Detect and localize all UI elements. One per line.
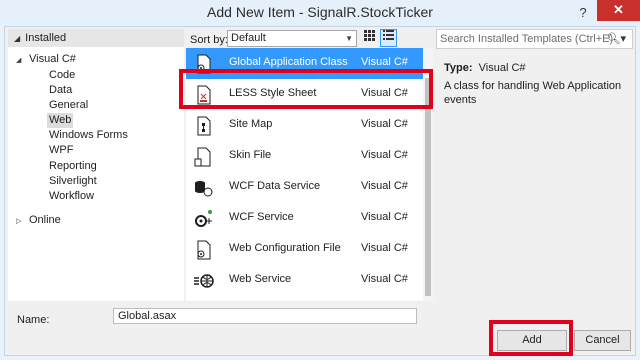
template-name: Skin File [229, 149, 272, 161]
collapse-arrow-icon: ◢ [14, 34, 21, 43]
sort-by-value: Default [231, 32, 266, 44]
grid-view-icon [364, 30, 375, 41]
type-value: Visual C# [478, 62, 526, 74]
template-language: Visual C# [361, 56, 408, 68]
template-language: Visual C# [361, 118, 408, 130]
tree-node-label: Visual C# [29, 53, 76, 65]
template-language: Visual C# [361, 149, 408, 161]
dialog-body: ◢ Installed ◢ Visual C# Code Data General … [4, 26, 636, 356]
tree-item-general[interactable]: General [47, 98, 90, 113]
tree-node-visual-csharp[interactable]: ◢ Visual C# [16, 52, 76, 67]
tree-item-data[interactable]: Data [47, 83, 74, 98]
tree-item-code[interactable]: Code [47, 68, 77, 83]
tree-item-workflow[interactable]: Workflow [47, 189, 96, 204]
template-name: Global Application Class [229, 56, 348, 68]
tree-item-wpf[interactable]: WPF [47, 143, 75, 158]
tree-header-label: Installed [25, 32, 67, 44]
template-tree: ◢ Installed ◢ Visual C# Code Data General … [8, 29, 184, 301]
tree-item-web[interactable]: Web [47, 113, 74, 128]
collapsed-arrow-icon: ▷ [16, 218, 22, 225]
name-input[interactable]: Global.asax [113, 308, 417, 324]
medium-icons-view-button[interactable] [361, 29, 378, 47]
highlight-selected-template [179, 69, 433, 109]
template-language: Visual C# [361, 180, 408, 192]
web-config-icon [197, 240, 211, 260]
cancel-button[interactable]: Cancel [574, 330, 631, 351]
list-view-icon [383, 30, 394, 40]
tree-item-reporting[interactable]: Reporting [47, 159, 99, 174]
help-button[interactable]: ? [576, 5, 590, 20]
window-title: Add New Item - SignalR.StockTicker [207, 4, 433, 20]
title-bar: Add New Item - SignalR.StockTicker ? ✕ [0, 0, 640, 26]
scrollbar-thumb[interactable] [425, 78, 431, 296]
template-name: Web Configuration File [229, 242, 341, 254]
template-item-wcf-data-service[interactable]: WCF Data Service Visual C# [186, 172, 423, 203]
tree-item-windows-forms[interactable]: Windows Forms [47, 128, 130, 143]
sort-by-dropdown[interactable]: Default ▼ [227, 30, 357, 47]
chevron-down-icon: ▼ [345, 34, 353, 43]
skin-file-icon [194, 147, 211, 167]
template-name: Site Map [229, 118, 273, 130]
template-name: WCF Data Service [229, 180, 321, 192]
sort-by-label: Sort by: [190, 34, 228, 46]
template-item-wcf-service[interactable]: WCF Service Visual C# [186, 203, 423, 234]
sitemap-icon [197, 116, 211, 136]
list-view-button[interactable] [380, 29, 397, 47]
tree-header-installed[interactable]: ◢ Installed [8, 29, 184, 47]
wcf-data-service-icon [195, 181, 213, 197]
details-description: A class for handling Web Application eve… [444, 80, 622, 106]
template-language: Visual C# [361, 211, 408, 223]
expanded-arrow-icon: ◢ [16, 57, 22, 64]
template-item-skin-file[interactable]: Skin File Visual C# [186, 141, 423, 172]
highlight-add-button [489, 320, 573, 356]
details-pane: Type: Visual C# A class for handling Web… [436, 50, 633, 301]
name-label: Name: [17, 314, 50, 326]
search-input[interactable]: Search Installed Templates (Ctrl+E) 🔍︎▾ [436, 29, 633, 49]
template-name: WCF Service [229, 211, 294, 223]
tree-node-label: Online [29, 214, 61, 226]
tree-node-online[interactable]: ▷ Online [16, 213, 61, 228]
template-language: Visual C# [361, 273, 408, 285]
details-type: Type: Visual C# [444, 62, 526, 74]
search-placeholder: Search Installed Templates (Ctrl+E) [440, 33, 614, 45]
close-button[interactable]: ✕ [597, 0, 640, 21]
template-item-site-map[interactable]: Site Map Visual C# [186, 110, 423, 141]
search-icon: 🔍︎▾ [606, 33, 627, 45]
template-item-web-service[interactable]: Web Service Visual C# [186, 265, 423, 296]
type-label: Type: [444, 62, 473, 74]
template-item-web-configuration-file[interactable]: Web Configuration File Visual C# [186, 234, 423, 265]
template-name: Web Service [229, 273, 292, 285]
web-service-icon [194, 274, 214, 288]
wcf-service-icon [195, 210, 212, 227]
tree-item-silverlight[interactable]: Silverlight [47, 174, 99, 189]
template-language: Visual C# [361, 242, 408, 254]
